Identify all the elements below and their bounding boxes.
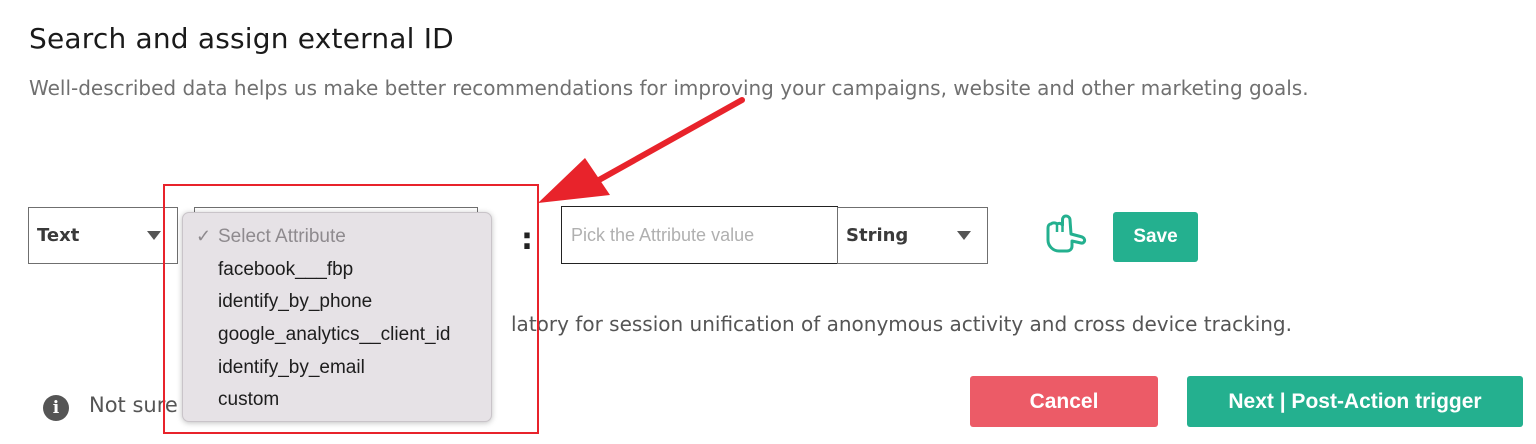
datatype-select-value: String — [846, 225, 909, 246]
not-sure-text: Not sure — [89, 393, 178, 417]
dropdown-item-facebook-fbp[interactable]: facebook___fbp — [218, 259, 353, 281]
cancel-button[interactable]: Cancel — [970, 376, 1158, 427]
checkmark-icon: ✓ — [196, 226, 212, 246]
type-select[interactable]: Text — [28, 207, 178, 264]
attribute-value-input[interactable] — [561, 206, 838, 264]
save-button[interactable]: Save — [1113, 212, 1198, 262]
info-icon: i — [43, 395, 69, 421]
page-description: Well-described data helps us make better… — [29, 76, 1309, 100]
pointing-hand-icon[interactable] — [1045, 210, 1087, 258]
annotation-arrow-icon — [538, 97, 745, 203]
datatype-select[interactable]: String — [837, 207, 988, 264]
attribute-dropdown-menu: ✓ Select Attribute facebook___fbp identi… — [182, 212, 492, 422]
type-select-value: Text — [37, 225, 80, 246]
dropdown-item-custom[interactable]: custom — [218, 389, 279, 411]
separator-colon: : — [521, 222, 533, 257]
dropdown-item-identify-by-phone[interactable]: identify_by_phone — [218, 291, 372, 313]
info-text: latory for session unification of anonym… — [511, 312, 1292, 336]
caret-down-icon — [957, 231, 971, 240]
dropdown-item-identify-by-email[interactable]: identify_by_email — [218, 357, 365, 379]
next-post-action-trigger-button[interactable]: Next | Post-Action trigger — [1187, 376, 1523, 427]
page-title: Search and assign external ID — [29, 22, 454, 55]
dropdown-item-google-analytics-client-id[interactable]: google_analytics__client_id — [218, 324, 450, 346]
dropdown-item-select-attribute[interactable]: Select Attribute — [218, 226, 346, 248]
caret-down-icon — [147, 231, 161, 240]
